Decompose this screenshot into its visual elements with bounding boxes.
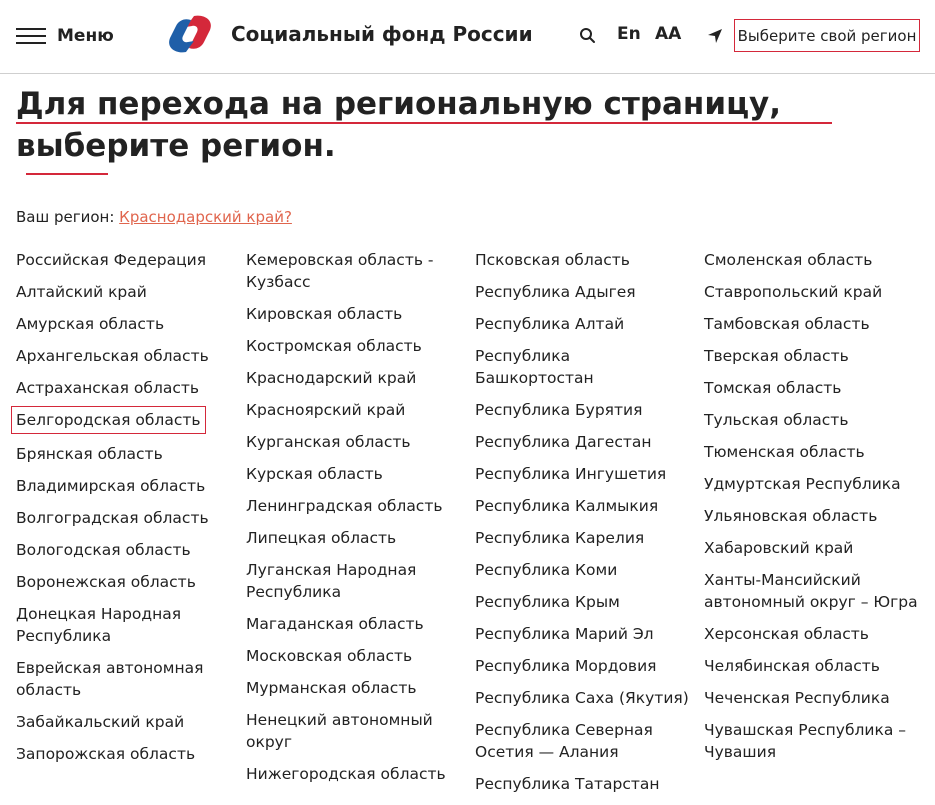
site-title[interactable]: Социальный фонд России bbox=[231, 22, 533, 46]
region-link[interactable]: Забайкальский край bbox=[16, 711, 238, 743]
region-link[interactable]: Алтайский край bbox=[16, 281, 238, 313]
region-link[interactable]: Белгородская область bbox=[11, 406, 238, 443]
region-link[interactable]: Херсонская область bbox=[704, 623, 926, 655]
region-link[interactable]: Еврейская автономная область bbox=[16, 657, 238, 711]
region-link[interactable]: Ненецкий автономный округ bbox=[246, 709, 468, 763]
region-link[interactable]: Томская область bbox=[704, 377, 926, 409]
region-link[interactable]: Российская Федерация bbox=[16, 249, 238, 281]
hamburger-icon bbox=[16, 27, 46, 45]
select-region-button[interactable]: Выберите свой регион bbox=[734, 19, 920, 52]
region-link[interactable]: Запорожская область bbox=[16, 743, 238, 775]
region-link[interactable]: Республика Бурятия bbox=[475, 399, 690, 431]
your-region: Ваш регион: Краснодарский край? bbox=[16, 208, 292, 226]
region-link[interactable]: Республика Мордовия bbox=[475, 655, 690, 687]
region-column-4: Смоленская область Ставропольский край Там… bbox=[704, 249, 926, 773]
menu-label: Меню bbox=[57, 26, 114, 46]
region-link[interactable]: Тверская область bbox=[704, 345, 926, 377]
region-link[interactable]: Челябинская область bbox=[704, 655, 926, 687]
region-link[interactable]: Республика Татарстан bbox=[475, 773, 690, 805]
page-title: Для перехода на региональную страницу, в… bbox=[16, 86, 782, 164]
region-link[interactable]: Волгоградская область bbox=[16, 507, 238, 539]
region-link[interactable]: Донецкая Народная Республика bbox=[16, 603, 238, 657]
language-switch[interactable]: En bbox=[617, 24, 641, 44]
region-link[interactable]: Владимирская область bbox=[16, 475, 238, 507]
sfr-logo-icon[interactable] bbox=[164, 12, 216, 56]
region-link[interactable]: Луганская Народная Республика bbox=[246, 559, 468, 613]
region-link[interactable]: Курганская область bbox=[246, 431, 468, 463]
region-link[interactable]: Удмуртская Республика bbox=[704, 473, 926, 505]
region-link[interactable]: Липецкая область bbox=[246, 527, 468, 559]
region-link[interactable]: Республика Коми bbox=[475, 559, 690, 591]
region-column-2: Кемеровская область - Кузбасс Кировская о… bbox=[246, 249, 468, 795]
region-link[interactable]: Республика Северная Осетия — Алания bbox=[475, 719, 690, 773]
region-link[interactable]: Архангельская область bbox=[16, 345, 238, 377]
title-underline-1 bbox=[16, 122, 832, 124]
region-link[interactable]: Московская область bbox=[246, 645, 468, 677]
region-link[interactable]: Тульская область bbox=[704, 409, 926, 441]
region-link[interactable]: Республика Ингушетия bbox=[475, 463, 690, 495]
region-link[interactable]: Краснодарский край bbox=[246, 367, 468, 399]
region-link[interactable]: Брянская область bbox=[16, 443, 238, 475]
region-column-3: Псковская область Республика Адыгея Респуб… bbox=[475, 249, 690, 805]
region-link[interactable]: Республика Саха (Якутия) bbox=[475, 687, 690, 719]
region-link[interactable]: Кировская область bbox=[246, 303, 468, 335]
region-link[interactable]: Республика Дагестан bbox=[475, 431, 690, 463]
region-link[interactable]: Красноярский край bbox=[246, 399, 468, 431]
region-link[interactable]: Воронежская область bbox=[16, 571, 238, 603]
font-size-toggle[interactable]: AA bbox=[655, 24, 681, 44]
title-underline-2 bbox=[26, 173, 108, 175]
detected-region-link[interactable]: Краснодарский край? bbox=[119, 208, 292, 226]
region-link[interactable]: Республика Алтай bbox=[475, 313, 690, 345]
region-link[interactable]: Мурманская область bbox=[246, 677, 468, 709]
search-icon[interactable] bbox=[578, 26, 598, 46]
location-arrow-icon[interactable] bbox=[706, 27, 724, 45]
region-link[interactable]: Тамбовская область bbox=[704, 313, 926, 345]
region-link[interactable]: Республика Крым bbox=[475, 591, 690, 623]
region-link[interactable]: Ульяновская область bbox=[704, 505, 926, 537]
region-link[interactable]: Ленинградская область bbox=[246, 495, 468, 527]
region-link[interactable]: Псковская область bbox=[475, 249, 690, 281]
region-link[interactable]: Магаданская область bbox=[246, 613, 468, 645]
region-link[interactable]: Чеченская Республика bbox=[704, 687, 926, 719]
region-link[interactable]: Чувашская Республика – Чувашия bbox=[704, 719, 926, 773]
region-link[interactable]: Кемеровская область - Кузбасс bbox=[246, 249, 468, 303]
region-link[interactable]: Астраханская область bbox=[16, 377, 238, 409]
region-link[interactable]: Смоленская область bbox=[704, 249, 926, 281]
your-region-prefix: Ваш регион: bbox=[16, 208, 120, 226]
menu-button[interactable]: Меню bbox=[16, 22, 114, 50]
region-link[interactable]: Курская область bbox=[246, 463, 468, 495]
region-link[interactable]: Республика Карелия bbox=[475, 527, 690, 559]
region-link[interactable]: Республика Адыгея bbox=[475, 281, 690, 313]
region-column-1: Российская Федерация Алтайский край Амурск… bbox=[11, 249, 238, 775]
site-header: Меню Социальный фонд России En AA Выбери… bbox=[0, 0, 935, 74]
region-link[interactable]: Республика Калмыкия bbox=[475, 495, 690, 527]
region-link[interactable]: Республика Марий Эл bbox=[475, 623, 690, 655]
region-link[interactable]: Нижегородская область bbox=[246, 763, 468, 795]
region-link[interactable]: Ставропольский край bbox=[704, 281, 926, 313]
region-link[interactable]: Ханты-Мансийский автономный округ – Югра bbox=[704, 569, 926, 623]
region-link[interactable]: Хабаровский край bbox=[704, 537, 926, 569]
region-link[interactable]: Тюменская область bbox=[704, 441, 926, 473]
region-link[interactable]: Республика Башкортостан bbox=[475, 345, 690, 399]
region-link[interactable]: Костромская область bbox=[246, 335, 468, 367]
region-link[interactable]: Амурская область bbox=[16, 313, 238, 345]
region-link[interactable]: Вологодская область bbox=[16, 539, 238, 571]
